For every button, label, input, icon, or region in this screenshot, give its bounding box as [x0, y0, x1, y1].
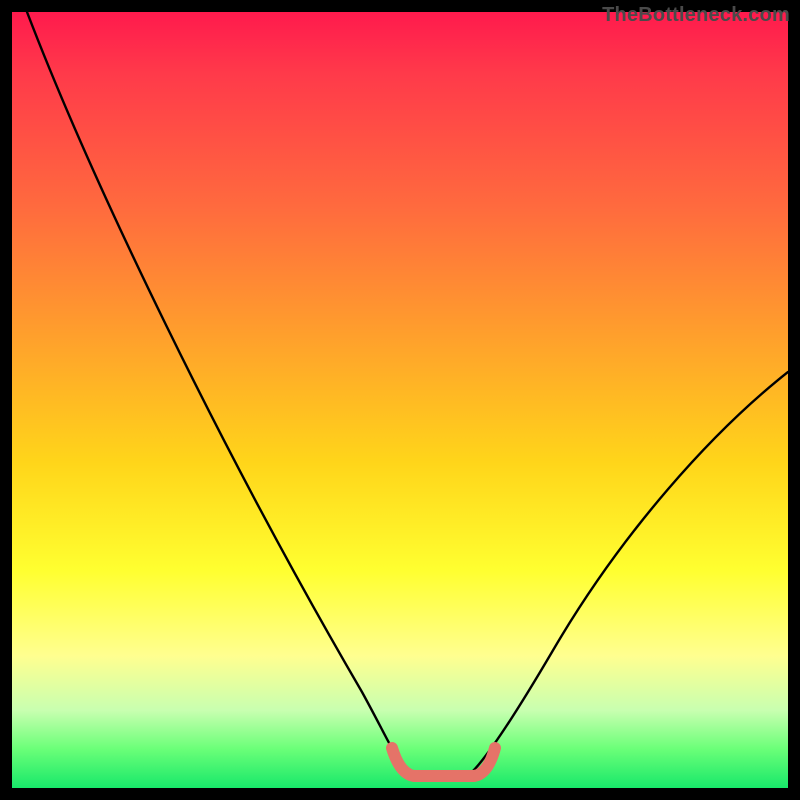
bottleneck-curve [27, 12, 788, 772]
chart-overlay [12, 12, 788, 788]
watermark-text: TheBottleneck.com [602, 4, 790, 27]
